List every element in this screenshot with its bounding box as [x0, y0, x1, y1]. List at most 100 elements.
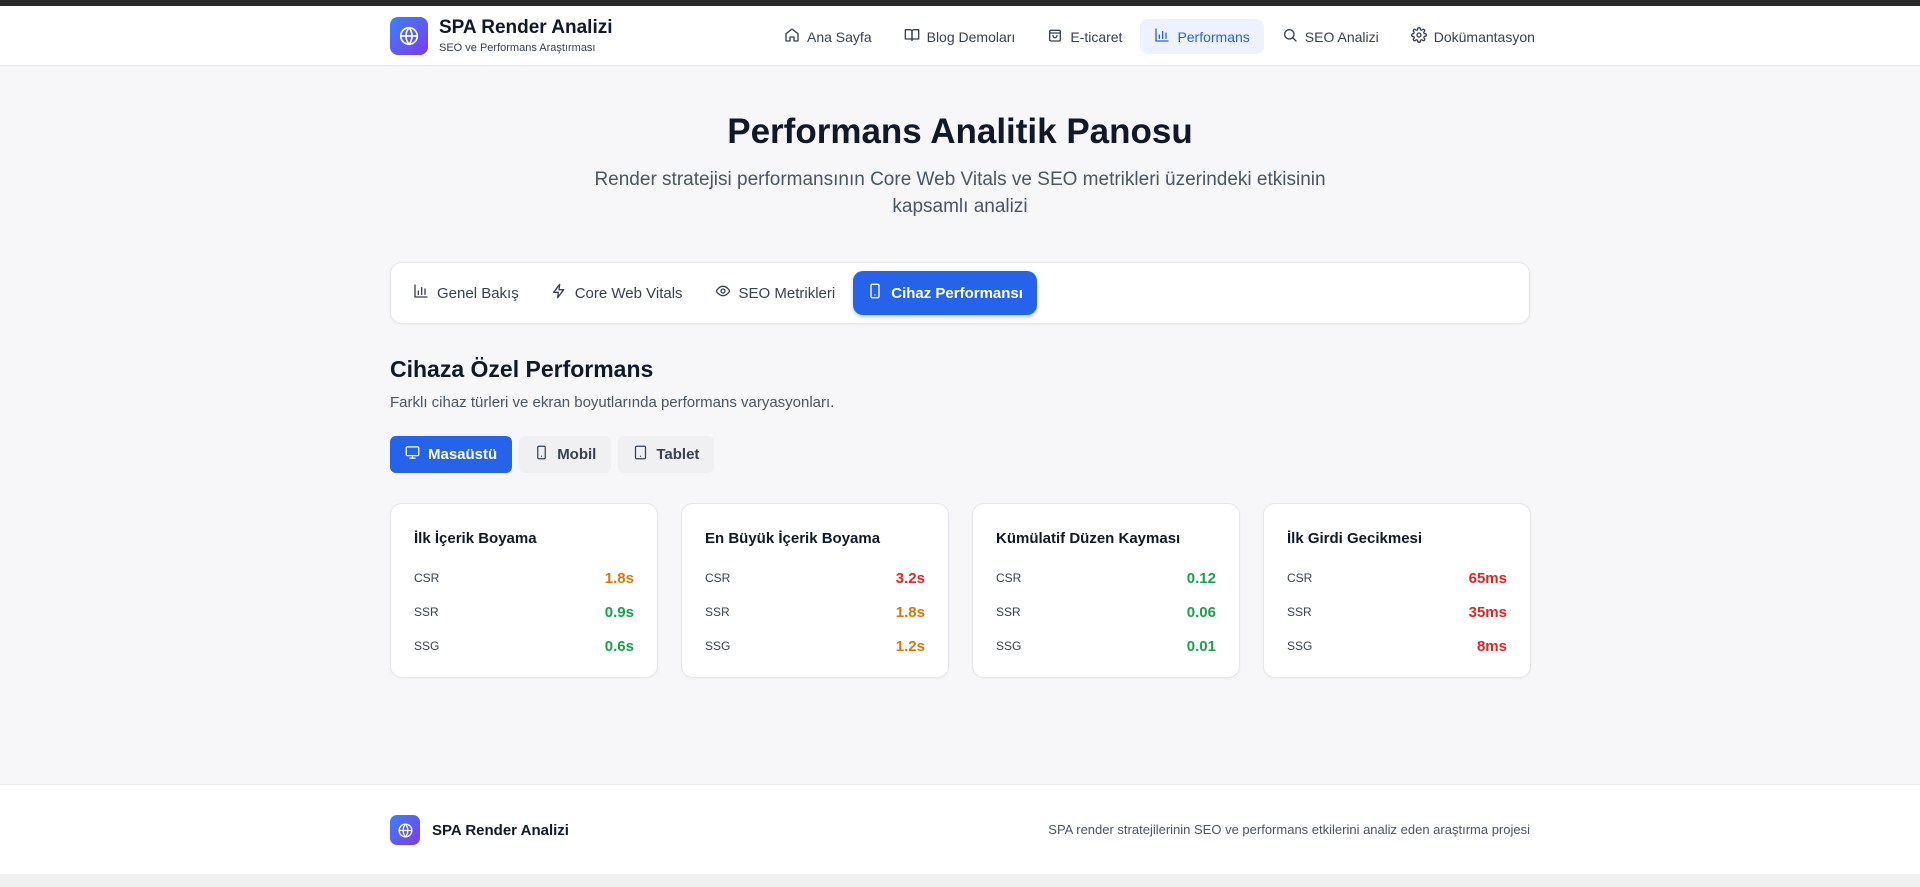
metric-label: CSR [1287, 571, 1313, 585]
eye-icon [715, 283, 731, 303]
metric-cards: İlk İçerik Boyama CSR 1.8s SSR 0.9s SSG … [390, 503, 1531, 678]
analytics-tabs: Genel Bakış Core Web Vitals SEO Metrikle… [390, 262, 1530, 324]
nav-link-dokumantasyon[interactable]: Dokümantasyon [1397, 19, 1549, 54]
metric-card-lcp: En Büyük İçerik Boyama CSR 3.2s SSR 1.8s… [681, 503, 949, 678]
main-nav: Ana Sayfa Blog Demoları E-ticaret Perfor… [770, 19, 1549, 54]
tab-label: Cihaz Performansı [891, 284, 1023, 302]
nav-link-label: Ana Sayfa [807, 28, 872, 45]
metric-value: 0.9s [604, 603, 634, 621]
page-title: Performans Analitik Panosu [727, 112, 1193, 151]
lightning-icon [551, 283, 567, 303]
metric-card-fcp: İlk İçerik Boyama CSR 1.8s SSR 0.9s SSG … [390, 503, 658, 678]
metric-row: CSR 3.2s [705, 561, 925, 595]
device-tab-label: Tablet [656, 446, 700, 463]
tab-seo-metrikleri[interactable]: SEO Metrikleri [701, 271, 850, 315]
monitor-icon [405, 445, 420, 464]
tab-label: Genel Bakış [437, 284, 519, 302]
metric-row: SSR 1.8s [705, 595, 925, 629]
metric-label: SSR [1287, 605, 1312, 619]
device-tab-tablet[interactable]: Tablet [618, 436, 715, 473]
globe-icon [390, 17, 428, 55]
card-title: Kümülatif Düzen Kayması [996, 530, 1181, 547]
nav-link-label: Performans [1177, 28, 1250, 45]
metric-row: CSR 65ms [1287, 561, 1507, 595]
metric-row: SSG 0.01 [996, 629, 1216, 663]
metric-row: SSG 8ms [1287, 629, 1507, 663]
smartphone-icon [867, 283, 883, 303]
device-tab-mobil[interactable]: Mobil [519, 436, 612, 473]
metric-value: 1.8s [895, 603, 925, 621]
metric-label: SSG [705, 639, 731, 653]
search-icon [1282, 27, 1298, 46]
window-bottom-strip [0, 874, 1920, 887]
footer-brand[interactable]: SPA Render Analizi [390, 815, 569, 845]
card-title: İlk Girdi Gecikmesi [1287, 530, 1423, 547]
metric-value: 0.01 [1186, 637, 1216, 655]
metric-value: 65ms [1468, 569, 1507, 587]
metric-label: SSG [414, 639, 440, 653]
footer-title: SPA Render Analizi [432, 821, 569, 839]
metric-value: 35ms [1468, 603, 1507, 621]
metric-label: CSR [705, 571, 731, 585]
footer: SPA Render Analizi SPA render stratejile… [0, 784, 1920, 874]
tab-label: SEO Metrikleri [738, 284, 836, 302]
gear-icon [1410, 27, 1427, 46]
metric-value: 1.2s [895, 637, 925, 655]
device-tab-masaustu[interactable]: Masaüstü [390, 436, 513, 473]
device-tabs: Masaüstü Mobil Tablet [390, 436, 715, 473]
metric-row: SSR 35ms [1287, 595, 1507, 629]
card-title: En Büyük İçerik Boyama [705, 530, 881, 547]
nav-link-e-ticaret[interactable]: E-ticaret [1033, 19, 1136, 54]
metric-row: CSR 1.8s [414, 561, 634, 595]
metric-row: CSR 0.12 [996, 561, 1216, 595]
nav-link-ana-sayfa[interactable]: Ana Sayfa [770, 19, 886, 54]
nav-link-label: Dokümantasyon [1433, 28, 1535, 45]
device-tab-label: Mobil [557, 446, 597, 463]
metric-row: SSG 0.6s [414, 629, 634, 663]
metric-label: SSG [1287, 639, 1313, 653]
brand-title: SPA Render Analizi [439, 17, 613, 38]
metric-label: SSR [414, 605, 439, 619]
tab-label: Core Web Vitals [574, 284, 683, 302]
nav-link-label: SEO Analizi [1304, 28, 1379, 45]
metric-row: SSR 0.9s [414, 595, 634, 629]
tab-genel-bakis[interactable]: Genel Bakış [399, 271, 533, 315]
globe-icon [390, 815, 420, 845]
tablet-icon [633, 445, 648, 464]
metric-value: 0.6s [604, 637, 634, 655]
book-icon [904, 27, 920, 46]
nav-link-seo-analizi[interactable]: SEO Analizi [1268, 19, 1393, 54]
metric-label: SSR [705, 605, 730, 619]
metric-card-cls: Kümülatif Düzen Kayması CSR 0.12 SSR 0.0… [972, 503, 1240, 678]
smartphone-icon [534, 445, 549, 464]
section-title: Cihaza Özel Performans [390, 356, 654, 382]
shopping-bag-icon [1047, 27, 1063, 46]
bar-chart-icon [1154, 27, 1170, 46]
metric-value: 1.8s [604, 569, 634, 587]
nav-link-blog-demolari[interactable]: Blog Demoları [890, 19, 1030, 54]
metric-card-fid: İlk Girdi Gecikmesi CSR 65ms SSR 35ms SS… [1263, 503, 1531, 678]
tab-cihaz-performansi[interactable]: Cihaz Performansı [853, 271, 1037, 315]
brand[interactable]: SPA Render Analizi SEO ve Performans Ara… [390, 17, 613, 55]
metric-label: SSG [996, 639, 1022, 653]
metric-value: 3.2s [895, 569, 925, 587]
metric-label: CSR [996, 571, 1022, 585]
metric-row: SSG 1.2s [705, 629, 925, 663]
footer-description: SPA render stratejilerinin SEO ve perfor… [1048, 822, 1530, 837]
nav-link-performans[interactable]: Performans [1140, 19, 1264, 54]
bar-chart-icon [413, 283, 429, 303]
page-subtitle: Render stratejisi performansının Core We… [594, 169, 1326, 217]
metric-row: SSR 0.06 [996, 595, 1216, 629]
section-subtitle: Farklı cihaz türleri ve ekran boyutların… [390, 394, 835, 411]
home-icon [784, 27, 800, 46]
device-tab-label: Masaüstü [428, 446, 498, 463]
metric-label: SSR [996, 605, 1021, 619]
metric-value: 0.12 [1186, 569, 1216, 587]
nav-link-label: Blog Demoları [926, 28, 1016, 45]
metric-value: 8ms [1476, 637, 1507, 655]
card-title: İlk İçerik Boyama [414, 530, 537, 547]
brand-subtitle: SEO ve Performans Araştırması [439, 42, 596, 54]
tab-core-web-vitals[interactable]: Core Web Vitals [537, 271, 697, 315]
metric-label: CSR [414, 571, 440, 585]
top-navbar: SPA Render Analizi SEO ve Performans Ara… [0, 6, 1920, 66]
